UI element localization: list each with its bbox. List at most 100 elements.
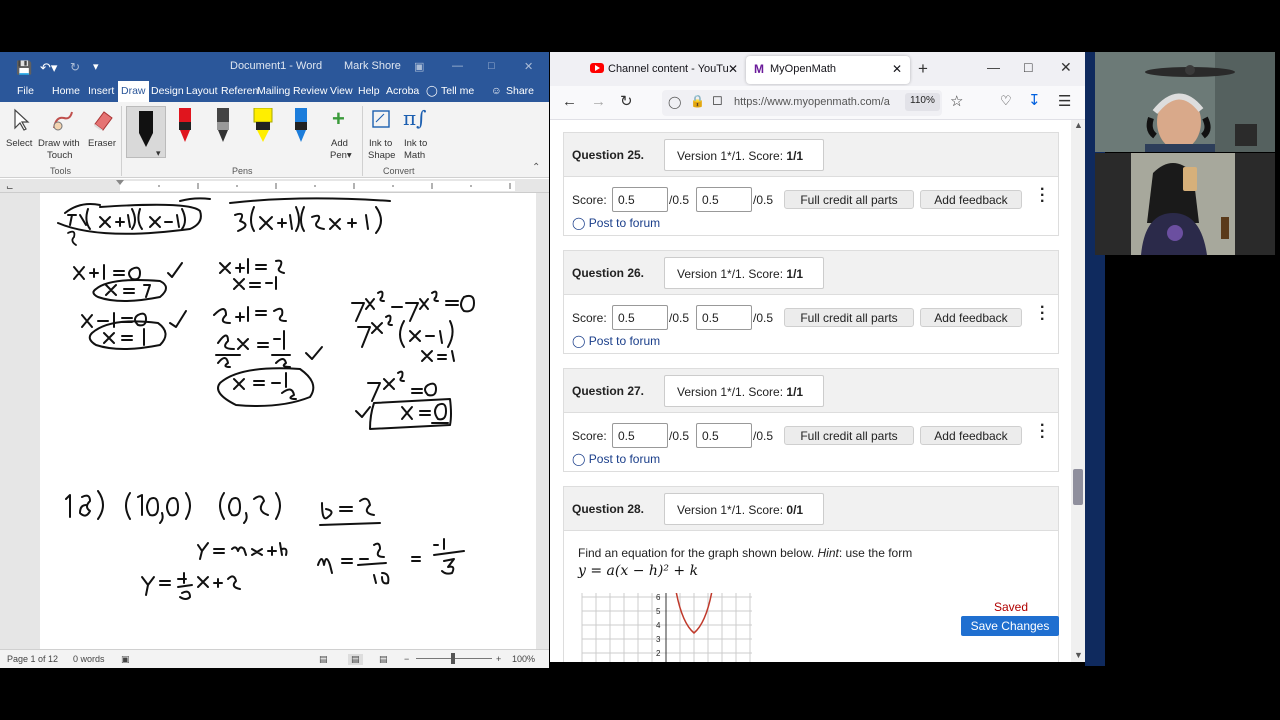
add-pen-plus-icon[interactable]: + [332, 106, 345, 132]
question-card-25: Question 25. Version 1*/1. Score: 1/1 Sc… [563, 132, 1059, 236]
scroll-up-icon[interactable]: ▲ [1074, 120, 1083, 130]
tab-acrobat[interactable]: Acroba [386, 85, 419, 97]
post-to-forum-link[interactable]: ◯ Post to forum [572, 334, 660, 348]
zoom-level[interactable]: 100% [512, 654, 535, 664]
shield-icon[interactable]: ◯ [668, 95, 681, 109]
tab-view[interactable]: View [330, 85, 353, 97]
tab-review[interactable]: Review [293, 85, 327, 97]
scrollbar-thumb[interactable] [1073, 469, 1083, 505]
add-feedback-button[interactable]: Add feedback [920, 190, 1022, 209]
tab-references[interactable]: Referen [221, 85, 258, 97]
score-input-part1[interactable]: 0.5 [612, 187, 668, 212]
back-icon[interactable]: ← [562, 93, 577, 110]
page-count[interactable]: Page 1 of 12 [7, 654, 58, 664]
tab-home[interactable]: Home [52, 85, 80, 97]
undo-icon[interactable]: ↶▾ [40, 60, 57, 76]
full-credit-button[interactable]: Full credit all parts [784, 308, 914, 327]
score-input-part2[interactable]: 0.5 [696, 423, 752, 448]
scroll-down-icon[interactable]: ▼ [1074, 650, 1083, 660]
more-options-icon[interactable]: · · · [1040, 300, 1050, 328]
zoom-badge[interactable]: 110% [905, 93, 940, 111]
forward-icon[interactable]: → [591, 93, 606, 110]
pen-red[interactable] [176, 108, 194, 144]
tab-youtube[interactable]: Channel content - YouTube ✕ [586, 56, 742, 84]
url-bar[interactable]: ◯ 🔒 ◻ https://www.myopenmath.com/a 110% [662, 90, 942, 116]
redo-icon[interactable]: ↻ [70, 60, 80, 74]
lock-icon[interactable]: 🔒 [690, 94, 705, 108]
tab-help[interactable]: Help [358, 85, 380, 97]
minimize-icon[interactable]: — [987, 60, 1000, 75]
full-credit-button[interactable]: Full credit all parts [784, 190, 914, 209]
menu-hamburger-icon[interactable]: ☰ [1058, 92, 1071, 110]
full-credit-button[interactable]: Full credit all parts [784, 426, 914, 445]
tab-insert[interactable]: Insert [88, 85, 114, 97]
tab-file[interactable]: File [17, 85, 34, 97]
word-status-bar: Page 1 of 12 0 words ▣ ▤ ▤ ▤ − + 100% [0, 649, 549, 668]
score-input-part1[interactable]: 0.5 [612, 305, 668, 330]
close-tab-icon[interactable]: ✕ [728, 62, 738, 76]
question-prompt: Find an equation for the graph shown bel… [578, 546, 913, 560]
tab-layout[interactable]: Layout [186, 85, 218, 97]
tab-design[interactable]: Design [151, 85, 184, 97]
print-layout-icon[interactable]: ▤ [348, 654, 363, 665]
tab-draw[interactable]: Draw [118, 81, 149, 102]
close-icon[interactable]: ✕ [524, 60, 533, 73]
pen-blue[interactable] [292, 108, 310, 144]
y-tick-2: 2 [656, 649, 661, 658]
more-options-icon[interactable]: · · · [1040, 418, 1050, 446]
score-input-part2[interactable]: 0.5 [696, 187, 752, 212]
collapse-ribbon-icon[interactable]: ⌃ [532, 162, 540, 173]
draw-touch-icon[interactable] [50, 108, 76, 132]
zoom-out-icon[interactable]: − [404, 654, 409, 664]
share-button[interactable]: Share [506, 85, 534, 97]
ink-to-math-icon[interactable]: π∫ [403, 106, 427, 130]
tab-myopenmath-title: MyOpenMath [770, 63, 837, 75]
tell-me[interactable]: Tell me [441, 85, 474, 97]
add-feedback-button[interactable]: Add feedback [920, 308, 1022, 327]
minimize-icon[interactable]: — [452, 60, 463, 72]
y-tick-6: 6 [656, 593, 661, 602]
reload-icon[interactable]: ↻ [620, 92, 633, 110]
read-mode-icon[interactable]: ▤ [319, 654, 328, 665]
close-tab-icon[interactable]: ✕ [892, 62, 902, 76]
select-cursor-icon[interactable] [12, 108, 30, 132]
bookmark-star-icon[interactable]: ☆ [950, 92, 963, 110]
maximize-icon[interactable]: □ [1024, 59, 1032, 75]
zoom-slider-thumb[interactable] [451, 653, 455, 664]
web-layout-icon[interactable]: ▤ [379, 654, 388, 665]
proofing-icon[interactable]: ▣ [121, 654, 130, 665]
document-page-handwriting[interactable] [40, 193, 536, 649]
more-options-icon[interactable]: · · · [1040, 182, 1050, 210]
ink-math-label-1: Ink to [404, 138, 428, 149]
pocket-icon[interactable]: ♡ [1000, 93, 1012, 109]
downloads-icon[interactable]: ↧ [1028, 91, 1041, 109]
tab-myopenmath[interactable]: M MyOpenMath ✕ [746, 56, 910, 84]
add-feedback-button[interactable]: Add feedback [920, 426, 1022, 445]
close-window-icon[interactable]: ✕ [1060, 59, 1072, 76]
zoom-in-icon[interactable]: + [496, 654, 501, 664]
score-input-part1[interactable]: 0.5 [612, 423, 668, 448]
pen-black-selected[interactable]: ▾ [126, 106, 166, 158]
customize-qat-icon[interactable]: ▾ [93, 60, 99, 73]
maximize-icon[interactable]: □ [488, 60, 495, 72]
post-to-forum-link[interactable]: ◯ Post to forum [572, 216, 660, 230]
pen-gray[interactable] [214, 108, 232, 144]
highlighter-yellow[interactable] [252, 108, 274, 144]
save-icon[interactable]: 💾 [16, 60, 32, 76]
save-changes-button[interactable]: Save Changes [961, 616, 1059, 636]
score-input-part2[interactable]: 0.5 [696, 305, 752, 330]
ribbon-display-icon[interactable]: ▣ [414, 60, 424, 73]
remote-icon[interactable]: ◻ [712, 92, 723, 108]
new-tab-icon[interactable]: + [918, 59, 928, 79]
eraser-icon[interactable] [92, 108, 114, 132]
word-count[interactable]: 0 words [73, 654, 105, 664]
tab-mailings[interactable]: Mailing [257, 85, 290, 97]
lightbulb-icon[interactable]: ◯ [426, 85, 438, 97]
person-icon[interactable]: ☺ [491, 85, 502, 97]
user-name[interactable]: Mark Shore [344, 60, 401, 72]
ink-to-shape-icon[interactable] [370, 108, 394, 132]
page-scrollbar[interactable]: ▲ ▼ [1071, 120, 1085, 662]
draw-touch-label-2: Touch [47, 150, 73, 161]
post-to-forum-link[interactable]: ◯ Post to forum [572, 452, 660, 466]
url-text[interactable]: https://www.myopenmath.com/a [734, 96, 902, 108]
